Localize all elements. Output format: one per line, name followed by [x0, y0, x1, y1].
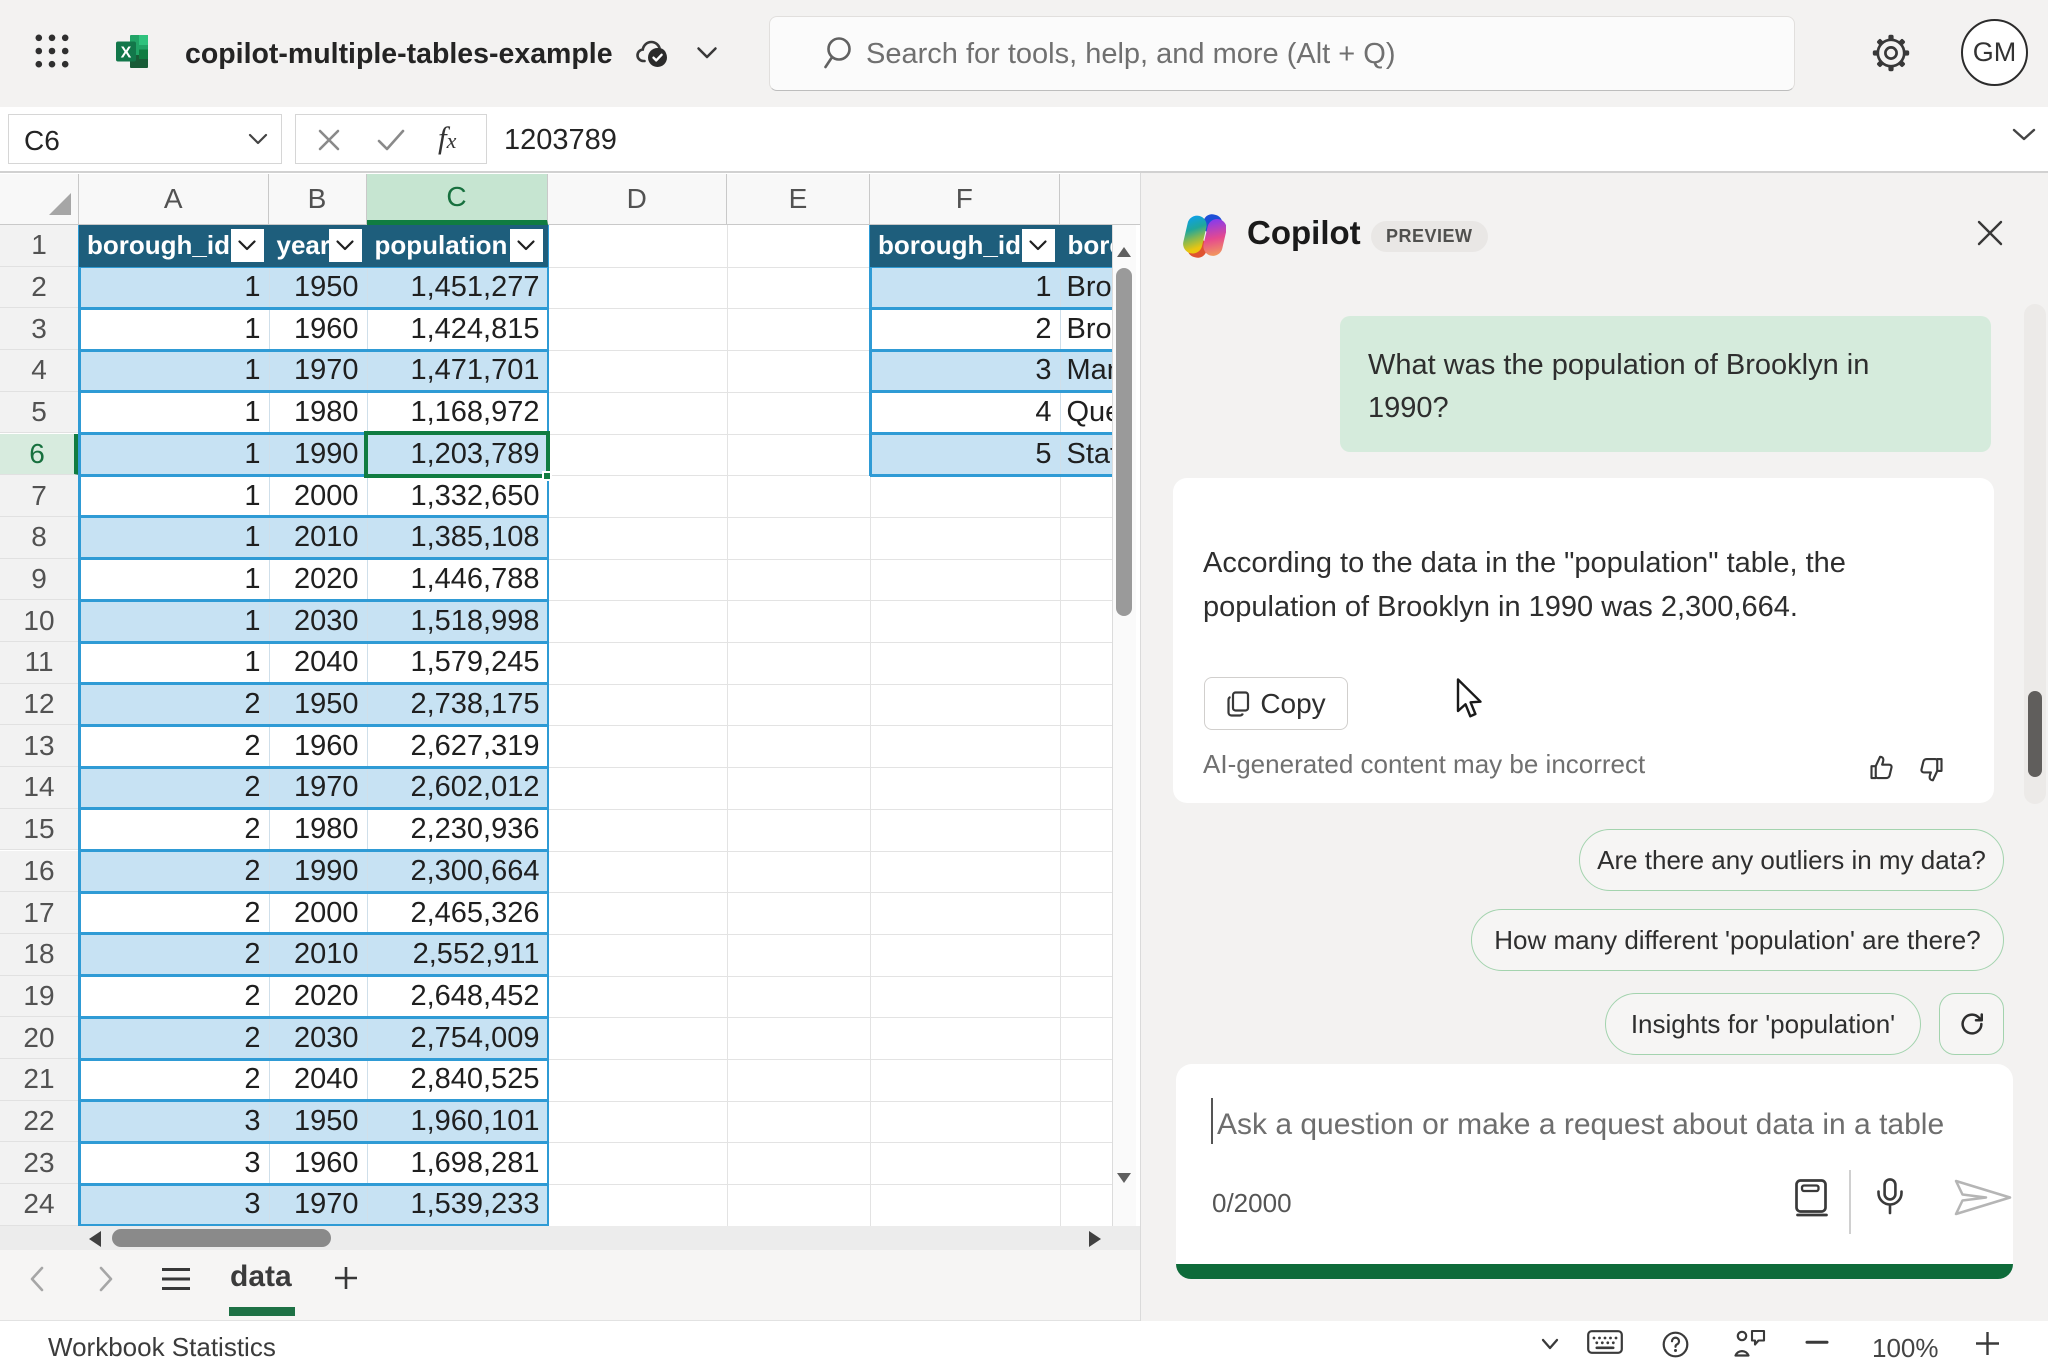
svg-text:X: X	[121, 45, 132, 62]
